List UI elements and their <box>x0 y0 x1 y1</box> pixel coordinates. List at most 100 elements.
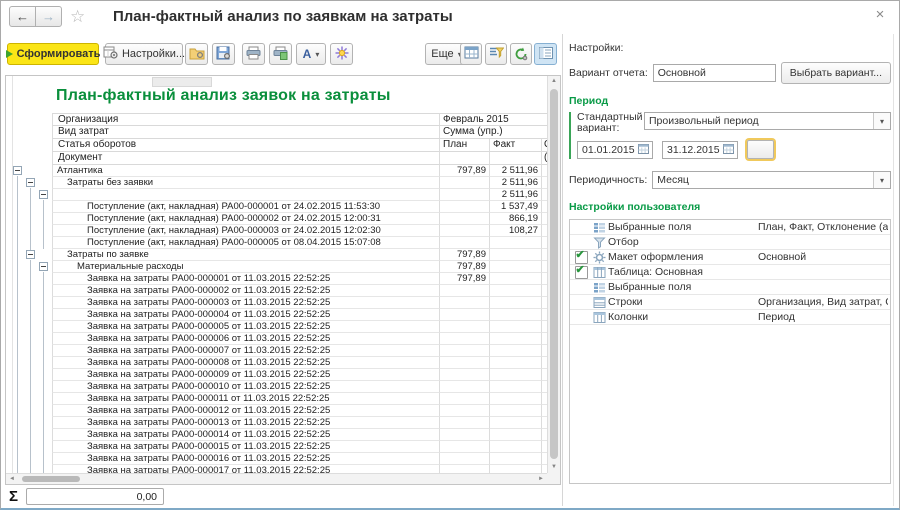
date-from-input[interactable]: 01.01.2015 <box>577 141 653 159</box>
report-row[interactable]: Поступление (акт, накладная) РА00-000002… <box>6 213 547 225</box>
report-row[interactable]: Заявка на затраты РА00-000007 от 11.03.2… <box>6 345 547 357</box>
sparkle-icon <box>335 46 349 63</box>
refresh-icon <box>514 47 528 61</box>
print-preview-button[interactable] <box>269 43 292 65</box>
report-row[interactable]: Поступление (акт, накладная) РА00-000003… <box>6 225 547 237</box>
user-settings-list: Выбранные поляПлан, Факт, Отклонение (аб… <box>569 219 891 484</box>
chevron-down-icon[interactable]: ▾ <box>873 172 890 188</box>
scroll-up-icon[interactable]: ▲ <box>548 76 560 87</box>
calendar-icon[interactable] <box>638 143 649 157</box>
standard-variant-select[interactable]: Произвольный период ▾ <box>644 112 891 130</box>
user-setting-row[interactable]: ✔ Таблица: Основная <box>570 265 890 280</box>
font-button[interactable]: A ▾ <box>296 43 326 65</box>
report-row[interactable]: Атлантика797,892 511,96 <box>6 165 547 177</box>
close-icon[interactable]: × <box>872 6 888 23</box>
appearance-icon <box>590 251 608 264</box>
report-row[interactable]: Затраты по заявке797,89 <box>6 249 547 261</box>
user-setting-row[interactable]: Выбранные поля <box>570 280 890 295</box>
setting-label: Строки <box>608 296 758 308</box>
report-row[interactable]: Заявка на затраты РА00-000016 от 11.03.2… <box>6 453 547 465</box>
report-row[interactable]: Заявка на затраты РА00-000010 от 11.03.2… <box>6 381 547 393</box>
report-header: Организация Февраль 2015 Вид затрат Сумм… <box>6 113 547 165</box>
scroll-down-icon[interactable]: ▼ <box>548 462 560 473</box>
setting-checkbox[interactable]: ✔ <box>575 266 588 279</box>
collapse-group-icon[interactable] <box>39 262 48 271</box>
setting-label: Таблица: Основная <box>608 266 758 278</box>
report-row[interactable]: Заявка на затраты РА00-000003 от 11.03.2… <box>6 297 547 309</box>
periodicity-label: Периодичность: <box>569 174 647 186</box>
columns-icon <box>590 311 608 324</box>
autosum-bar: Σ 0,00 <box>9 488 164 505</box>
period-choose-button[interactable] <box>747 140 774 159</box>
report-row[interactable]: Заявка на затраты РА00-000011 от 11.03.2… <box>6 393 547 405</box>
collapse-group-icon[interactable] <box>39 190 48 199</box>
user-setting-row[interactable]: Отбор <box>570 235 890 250</box>
report-row[interactable]: Заявка на затраты РА00-000006 от 11.03.2… <box>6 333 547 345</box>
collapse-group-icon[interactable] <box>13 166 22 175</box>
choose-variant-button[interactable]: Выбрать вариант... <box>781 62 891 84</box>
navigation-buttons: ← → <box>9 6 62 27</box>
favorite-star-icon[interactable]: ☆ <box>70 7 85 27</box>
report-row[interactable]: Заявка на затраты РА00-000017 от 11.03.2… <box>6 465 547 473</box>
effects-button[interactable] <box>330 43 353 65</box>
user-setting-row[interactable]: Выбранные поляПлан, Факт, Отклонение (аб… <box>570 220 890 235</box>
header-fact: Факт <box>489 139 541 152</box>
report-row[interactable]: Материальные расходы797,89 <box>6 261 547 273</box>
vertical-scroll-thumb[interactable] <box>550 89 558 459</box>
report-row[interactable]: Заявка на затраты РА00-000004 от 11.03.2… <box>6 309 547 321</box>
window-title: План-фактный анализ по заявкам на затрат… <box>113 8 453 25</box>
setting-label: Выбранные поля <box>608 221 758 233</box>
selected-fields-icon <box>590 281 608 294</box>
chevron-down-icon[interactable]: ▾ <box>873 113 890 129</box>
rows-icon <box>590 296 608 309</box>
report-row[interactable]: Заявка на затраты РА00-000009 от 11.03.2… <box>6 369 547 381</box>
report-variant-input[interactable]: Основной <box>653 64 776 82</box>
report-row[interactable]: Поступление (акт, накладная) РА00-000001… <box>6 201 547 213</box>
report-row[interactable]: Заявка на затраты РА00-000005 от 11.03.2… <box>6 321 547 333</box>
periodicity-select[interactable]: Месяц ▾ <box>652 171 891 189</box>
collapse-group-icon[interactable] <box>26 178 35 187</box>
scroll-right-icon[interactable]: ► <box>536 474 546 484</box>
report-row[interactable]: Затраты без заявки2 511,96 <box>6 177 547 189</box>
report-row[interactable]: Заявка на затраты РА00-000013 от 11.03.2… <box>6 417 547 429</box>
setting-value: Организация, Вид затрат, Ста... <box>758 296 888 308</box>
save-variant-button[interactable] <box>212 43 235 65</box>
refresh-button[interactable] <box>510 43 532 65</box>
generate-button[interactable]: Сформировать <box>7 43 99 65</box>
back-button[interactable]: ← <box>9 6 36 27</box>
autosum-value[interactable]: 0,00 <box>26 488 164 505</box>
scroll-left-icon[interactable]: ◄ <box>7 474 17 484</box>
date-to-input[interactable]: 31.12.2015 <box>662 141 738 159</box>
horizontal-scrollbar[interactable]: ◄ ► <box>6 473 547 484</box>
forward-button[interactable]: → <box>35 6 62 27</box>
check-icon: ✔ <box>576 263 585 276</box>
user-setting-row[interactable]: КолонкиПериод <box>570 310 890 325</box>
report-row[interactable]: Заявка на затраты РА00-000001 от 11.03.2… <box>6 273 547 285</box>
print-button[interactable] <box>242 43 265 65</box>
user-setting-row[interactable]: ✔Макет оформленияОсновной <box>570 250 890 265</box>
settings-button[interactable]: Настройки... <box>105 43 183 65</box>
report-rows: Атлантика797,892 511,96Затраты без заявк… <box>6 165 547 473</box>
printer-preview-icon <box>273 46 288 63</box>
open-variant-button[interactable] <box>185 43 208 65</box>
filter-settings-button[interactable] <box>485 43 507 65</box>
report-row[interactable]: Поступление (акт, накладная) РА00-000005… <box>6 237 547 249</box>
collapse-group-icon[interactable] <box>26 250 35 259</box>
horizontal-scroll-thumb[interactable] <box>22 476 80 482</box>
report-row[interactable]: 2 511,96 <box>6 189 547 201</box>
vertical-scrollbar[interactable]: ▲ ▼ <box>547 76 560 473</box>
sigma-icon: Σ <box>9 488 18 505</box>
report-row[interactable]: Заявка на затраты РА00-000002 от 11.03.2… <box>6 285 547 297</box>
report-variant-label: Вариант отчета: <box>569 67 648 79</box>
calendar-icon[interactable] <box>723 143 734 157</box>
report-row[interactable]: Заявка на затраты РА00-000008 от 11.03.2… <box>6 357 547 369</box>
report-row[interactable]: Заявка на затраты РА00-000012 от 11.03.2… <box>6 405 547 417</box>
user-setting-row[interactable]: СтрокиОрганизация, Вид затрат, Ста... <box>570 295 890 310</box>
settings-panel-toggle-button[interactable] <box>534 43 557 65</box>
report-row[interactable]: Заявка на затраты РА00-000014 от 11.03.2… <box>6 429 547 441</box>
table-headers-button[interactable] <box>460 43 482 65</box>
settings-caption: Настройки: <box>569 42 891 54</box>
font-a-icon: A <box>303 47 312 61</box>
settings-panel: Настройки: Вариант отчета: Основной Выбр… <box>563 34 894 506</box>
report-row[interactable]: Заявка на затраты РА00-000015 от 11.03.2… <box>6 441 547 453</box>
